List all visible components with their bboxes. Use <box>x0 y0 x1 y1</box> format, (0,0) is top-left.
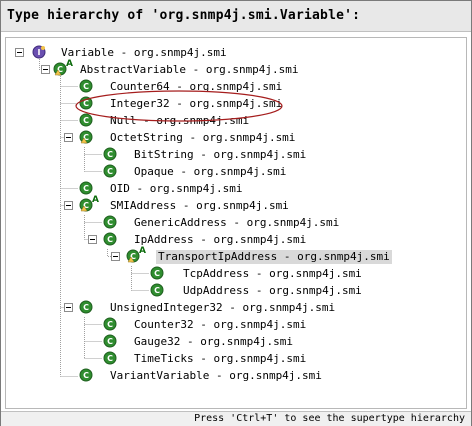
class-icon: C <box>79 79 93 93</box>
svg-text:C: C <box>107 235 113 244</box>
tree-node-unsignedinteger32[interactable]: UnsignedInteger32 - org.snmp4j.smi <box>110 301 335 315</box>
svg-text:C: C <box>107 150 113 159</box>
abstract-badge: A <box>139 246 146 256</box>
status-bar: Press 'Ctrl+T' to see the supertype hier… <box>1 411 471 426</box>
class-icon: C <box>79 96 93 110</box>
abstract-badge: A <box>66 59 73 69</box>
class-icon: C <box>150 283 164 297</box>
tree-node-oid[interactable]: OID - org.snmp4j.smi <box>110 182 242 196</box>
class-icon: C <box>103 232 117 246</box>
collapse-toggle-variable[interactable] <box>15 48 24 57</box>
tree-node-counter32[interactable]: Counter32 - org.snmp4j.smi <box>134 318 306 332</box>
svg-text:C: C <box>83 116 89 125</box>
collapse-toggle-transportipaddress[interactable] <box>111 252 120 261</box>
tree-node-variable[interactable]: Variable - org.snmp4j.smi <box>61 46 227 60</box>
abstract-class-icon: C <box>53 62 67 76</box>
abstract-class-icon: C <box>126 249 140 263</box>
svg-text:C: C <box>107 167 113 176</box>
hierarchy-tree-panel[interactable]: I Variable - org.snmp4j.smi C A Abstract… <box>5 37 467 409</box>
popup-header: Type hierarchy of 'org.snmp4j.smi.Variab… <box>1 1 471 32</box>
tree-node-abstractvariable[interactable]: AbstractVariable - org.snmp4j.smi <box>80 63 299 77</box>
collapse-toggle-unsignedinteger32[interactable] <box>64 303 73 312</box>
tree-node-udpaddress[interactable]: UdpAddress - org.snmp4j.smi <box>183 284 362 298</box>
class-icon: C <box>103 164 117 178</box>
tree-node-gauge32[interactable]: Gauge32 - org.snmp4j.smi <box>134 335 293 349</box>
class-icon: C <box>79 300 93 314</box>
status-hint: Press 'Ctrl+T' to see the supertype hier… <box>194 413 465 424</box>
svg-text:C: C <box>83 82 89 91</box>
svg-text:C: C <box>154 269 160 278</box>
tree-node-integer32[interactable]: Integer32 - org.snmp4j.smi <box>110 97 282 111</box>
collapse-toggle-smiaddress[interactable] <box>64 201 73 210</box>
class-icon: C <box>103 147 117 161</box>
type-hierarchy-popup: Type hierarchy of 'org.snmp4j.smi.Variab… <box>0 0 472 426</box>
tree-node-bitstring[interactable]: BitString - org.snmp4j.smi <box>134 148 306 162</box>
type-hierarchy-tree: I Variable - org.snmp4j.smi C A Abstract… <box>6 38 466 408</box>
svg-text:C: C <box>107 320 113 329</box>
tree-node-octetstring[interactable]: OctetString - org.snmp4j.smi <box>110 131 295 145</box>
tree-node-ipaddress[interactable]: IpAddress - org.snmp4j.smi <box>134 233 306 247</box>
abstract-badge: A <box>92 195 99 205</box>
svg-text:C: C <box>83 184 89 193</box>
svg-text:C: C <box>83 371 89 380</box>
class-icon: C <box>103 215 117 229</box>
tree-node-opaque[interactable]: Opaque - org.snmp4j.smi <box>134 165 286 179</box>
tree-node-variantvariable[interactable]: VariantVariable - org.snmp4j.smi <box>110 369 322 383</box>
class-icon: C <box>103 317 117 331</box>
svg-text:C: C <box>83 303 89 312</box>
svg-text:C: C <box>107 354 113 363</box>
collapse-toggle-octetstring[interactable] <box>64 133 73 142</box>
tree-node-tcpaddress[interactable]: TcpAddress - org.snmp4j.smi <box>183 267 362 281</box>
interface-icon: I <box>32 45 46 59</box>
tree-node-null[interactable]: Null - org.snmp4j.smi <box>110 114 249 128</box>
class-icon: C <box>79 181 93 195</box>
abstract-class-icon: C <box>79 198 93 212</box>
popup-title: Type hierarchy of 'org.snmp4j.smi.Variab… <box>7 8 361 23</box>
svg-text:I: I <box>38 48 41 57</box>
class-icon: C <box>103 351 117 365</box>
tree-node-counter64[interactable]: Counter64 - org.snmp4j.smi <box>110 80 282 94</box>
class-icon: C <box>103 334 117 348</box>
tree-node-timeticks[interactable]: TimeTicks - org.snmp4j.smi <box>134 352 306 366</box>
class-icon: C <box>150 266 164 280</box>
class-icon: C <box>79 130 93 144</box>
tree-node-smiaddress[interactable]: SMIAddress - org.snmp4j.smi <box>110 199 289 213</box>
class-icon: C <box>79 368 93 382</box>
tree-node-genericaddress[interactable]: GenericAddress - org.snmp4j.smi <box>134 216 339 230</box>
tree-node-transportipaddress[interactable]: TransportIpAddress - org.snmp4j.smi <box>156 250 392 264</box>
svg-text:C: C <box>154 286 160 295</box>
collapse-toggle-abstractvariable[interactable] <box>41 65 50 74</box>
svg-text:C: C <box>107 337 113 346</box>
class-icon: C <box>79 113 93 127</box>
svg-text:C: C <box>107 218 113 227</box>
collapse-toggle-ipaddress[interactable] <box>88 235 97 244</box>
svg-text:C: C <box>83 99 89 108</box>
